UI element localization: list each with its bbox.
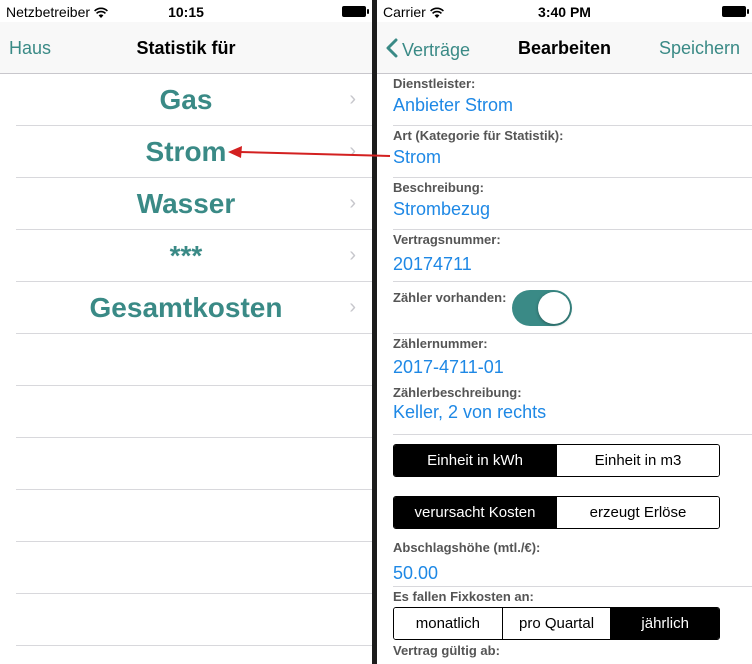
segment-monthly[interactable]: monatlich xyxy=(394,608,502,639)
meter-number-value: 2017-4711-01 xyxy=(393,357,504,377)
contract-number-label: Vertragsnummer: xyxy=(393,232,501,247)
meter-number-label: Zählernummer: xyxy=(393,336,488,351)
meter-present-label: Zähler vorhanden: xyxy=(393,290,507,305)
list-item-label: Gas xyxy=(159,84,213,115)
meter-description-value: Keller, 2 von rechts xyxy=(393,402,547,422)
list-item-wasser[interactable]: Wasser › xyxy=(16,178,372,230)
provider-value: Anbieter Strom xyxy=(393,95,514,115)
description-label: Beschreibung: xyxy=(393,180,485,195)
list-item-other[interactable]: *** › xyxy=(16,230,372,282)
list-item-strom[interactable]: Strom › xyxy=(16,126,372,178)
segment-quarterly[interactable]: pro Quartal xyxy=(501,608,611,639)
segment-generates-revenue[interactable]: erzeugt Erlöse xyxy=(556,497,719,528)
statistics-screen: Netzbetreiber 10:15 Haus Statistik für G… xyxy=(0,0,372,664)
provider-field[interactable]: Dienstleister: Anbieter Strom xyxy=(393,74,752,126)
description-field[interactable]: Beschreibung: Strombezug xyxy=(393,178,752,230)
empty-row xyxy=(16,386,372,438)
chevron-right-icon: › xyxy=(349,140,356,162)
description-value: Strombezug xyxy=(393,199,491,219)
segment-yearly[interactable]: jährlich xyxy=(610,608,719,639)
status-bar: Netzbetreiber 10:15 xyxy=(0,0,372,22)
meter-present-field: Zähler vorhanden: xyxy=(393,282,752,334)
empty-row xyxy=(16,542,372,594)
empty-row xyxy=(16,490,372,542)
list-item-label: Gesamtkosten xyxy=(89,292,283,323)
list-item-gesamtkosten[interactable]: Gesamtkosten › xyxy=(16,282,372,334)
clock: 3:40 PM xyxy=(538,4,591,20)
interval-segmented-control: monatlich pro Quartal jährlich xyxy=(393,607,720,640)
installment-label: Abschlagshöhe (mtl./€): xyxy=(393,540,541,555)
installment-field[interactable]: Abschlagshöhe (mtl./€): 50.00 xyxy=(393,537,752,587)
installment-value: 50.00 xyxy=(393,563,439,583)
segment-unit-kwh[interactable]: Einheit in kWh xyxy=(394,445,556,476)
chevron-right-icon: › xyxy=(349,244,356,266)
list-item-label: *** xyxy=(169,240,203,271)
list-item-gas[interactable]: Gas › xyxy=(16,74,372,126)
category-label: Art (Kategorie für Statistik): xyxy=(393,128,564,143)
chevron-right-icon: › xyxy=(349,88,356,110)
empty-row xyxy=(16,334,372,386)
meter-number-field[interactable]: Zählernummer: 2017-4711-01 xyxy=(393,334,752,381)
contract-number-field[interactable]: Vertragsnummer: 20174711 xyxy=(393,230,752,282)
category-value: Strom xyxy=(393,147,442,167)
valid-from-label: Vertrag gültig ab: xyxy=(393,643,500,658)
battery-icon xyxy=(342,6,369,17)
navigation-bar: Haus Statistik für xyxy=(0,22,372,74)
list-item-label: Strom xyxy=(145,136,227,167)
chevron-right-icon: › xyxy=(349,192,356,214)
fixed-costs-label: Es fallen Fixkosten an: xyxy=(393,589,534,604)
provider-label: Dienstleister: xyxy=(393,76,476,91)
unit-segmented-control: Einheit in kWh Einheit in m3 xyxy=(393,444,720,477)
empty-row xyxy=(16,594,372,646)
clock: 10:15 xyxy=(168,4,204,20)
empty-row xyxy=(16,438,372,490)
battery-icon xyxy=(722,6,749,17)
statistics-list: Gas › Strom › Wasser › *** › Gesamtkoste… xyxy=(0,74,372,646)
segment-unit-m3[interactable]: Einheit in m3 xyxy=(556,445,719,476)
meter-description-label: Zählerbeschreibung: xyxy=(393,385,522,400)
toggle-knob xyxy=(538,292,570,324)
valid-from-field[interactable]: Vertrag gültig ab: xyxy=(393,642,752,664)
chevron-right-icon: › xyxy=(349,296,356,318)
category-field[interactable]: Art (Kategorie für Statistik): Strom xyxy=(393,126,752,178)
meter-present-toggle[interactable] xyxy=(512,290,572,326)
page-title: Statistik für xyxy=(136,38,236,58)
list-item-label: Wasser xyxy=(136,188,236,219)
cost-segmented-control: verursacht Kosten erzeugt Erlöse xyxy=(393,496,720,529)
contract-number-value: 20174711 xyxy=(393,254,472,274)
segment-causes-costs[interactable]: verursacht Kosten xyxy=(394,497,556,528)
status-bar: Carrier 3:40 PM xyxy=(377,0,752,22)
save-button[interactable]: Speichern xyxy=(659,38,740,59)
meter-description-field[interactable]: Zählerbeschreibung: Keller, 2 von rechts xyxy=(393,381,752,435)
navigation-bar: Verträge Bearbeiten Speichern xyxy=(377,22,752,74)
edit-contract-screen: Carrier 3:40 PM Verträge Bearbeiten Spei… xyxy=(377,0,752,664)
